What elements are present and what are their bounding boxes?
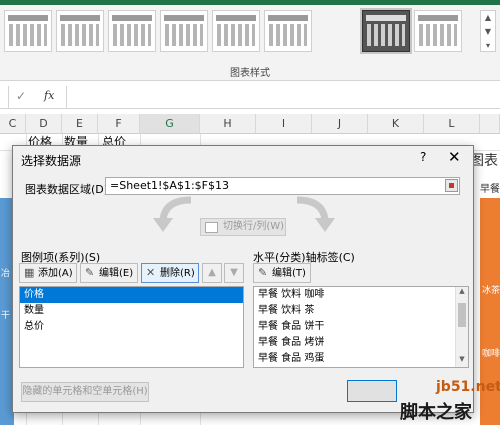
- watermark-domain: jb51.net: [436, 379, 500, 395]
- switch-row-column-label: 切换行/列(W): [223, 221, 285, 232]
- switch-icon: [205, 222, 218, 233]
- fx-icon[interactable]: fx: [44, 89, 54, 102]
- add-icon: ▦: [24, 266, 35, 279]
- chart-legend[interactable]: 早餐: [480, 180, 500, 195]
- column-header-h[interactable]: H: [200, 114, 256, 134]
- edit-icon: ✎: [258, 266, 268, 279]
- series-item[interactable]: 价格: [20, 287, 243, 303]
- bar-label: 干: [1, 311, 11, 321]
- bar-label: 冶: [1, 269, 11, 279]
- column-header-j[interactable]: J: [312, 114, 368, 134]
- formula-bar: ✓ fx: [0, 86, 500, 109]
- left-curve-arrow-icon: [153, 196, 192, 232]
- ribbon-section-label: 图表样式: [230, 68, 270, 79]
- watermark-brand: 脚本之家: [400, 402, 472, 423]
- bar-label: 咖啡: [482, 349, 500, 359]
- ok-button[interactable]: [347, 380, 397, 402]
- column-header-g[interactable]: G: [140, 114, 200, 134]
- chart-style-1[interactable]: [4, 10, 52, 52]
- chart-style-4[interactable]: [160, 10, 208, 52]
- axis-label-item[interactable]: 早餐 饮料 咖啡: [254, 287, 468, 303]
- column-header-l[interactable]: L: [424, 114, 480, 134]
- edit-series-button[interactable]: ✎ 编辑(E): [80, 263, 138, 283]
- name-box-edge[interactable]: [0, 86, 9, 108]
- switch-row-column-button[interactable]: 切换行/列(W): [200, 218, 286, 236]
- hidden-empty-cells-button[interactable]: 隐藏的单元格和空单元格(H): [21, 382, 149, 402]
- move-down-button[interactable]: ▼: [224, 263, 244, 283]
- right-curve-arrow-icon: [296, 196, 335, 232]
- dialog-title: 选择数据源: [21, 154, 82, 168]
- column-header-m[interactable]: [480, 114, 500, 134]
- column-header-c[interactable]: C: [0, 114, 26, 134]
- remove-series-button[interactable]: ✕ 删除(R): [141, 263, 199, 283]
- title-accent-bar: [0, 0, 500, 5]
- chevron-down-icon[interactable]: ▼: [481, 25, 495, 39]
- formula-input[interactable]: [66, 86, 500, 108]
- move-up-button[interactable]: ▲: [202, 263, 222, 283]
- select-data-source-dialog: 选择数据源 ? ✕ 图表数据区域(D): =Sheet1!$A$1:$F$13 …: [12, 145, 474, 413]
- expand-icon[interactable]: ▾: [481, 39, 495, 53]
- help-icon[interactable]: ?: [420, 150, 426, 164]
- series-item[interactable]: 数量: [20, 303, 243, 319]
- axis-list-scrollbar[interactable]: ▲ ▼: [455, 287, 468, 367]
- edit-icon: ✎: [85, 266, 95, 279]
- add-series-button[interactable]: ▦ 添加(A): [19, 263, 77, 283]
- chevron-up-icon[interactable]: ▲: [481, 11, 495, 25]
- edit-label: 编辑(E): [99, 268, 134, 279]
- column-header-f[interactable]: F: [98, 114, 140, 134]
- column-header-i[interactable]: I: [256, 114, 312, 134]
- column-header-d[interactable]: D: [26, 114, 62, 134]
- scroll-thumb[interactable]: [458, 303, 466, 327]
- chart-style-3[interactable]: [108, 10, 156, 52]
- series-item[interactable]: 总价: [20, 319, 243, 335]
- scroll-up-icon[interactable]: ▲: [456, 287, 468, 299]
- column-header-e[interactable]: E: [62, 114, 98, 134]
- close-icon[interactable]: ✕: [448, 148, 461, 166]
- axis-label-item[interactable]: 早餐 食品 烤饼: [254, 335, 468, 351]
- axis-labels-list[interactable]: 早餐 饮料 咖啡 早餐 饮料 茶 早餐 食品 饼干 早餐 食品 烤饼 早餐 食品…: [253, 286, 469, 368]
- chart-style-5[interactable]: [212, 10, 260, 52]
- check-icon[interactable]: ✓: [16, 89, 26, 103]
- axis-label-item[interactable]: 早餐 食品 饼干: [254, 319, 468, 335]
- remove-icon: ✕: [146, 266, 156, 279]
- chart-title[interactable]: 图表: [470, 150, 498, 170]
- chart-style-2[interactable]: [56, 10, 104, 52]
- column-header-k[interactable]: K: [368, 114, 424, 134]
- add-label: 添加(A): [38, 268, 73, 279]
- chart-style-7[interactable]: [360, 8, 412, 54]
- scroll-down-icon[interactable]: ▼: [456, 355, 468, 367]
- edit-axis-labels-button[interactable]: ✎ 编辑(T): [253, 263, 311, 283]
- series-list[interactable]: 价格 数量 总价: [19, 286, 244, 368]
- axis-label-item[interactable]: 早餐 饮料 茶: [254, 303, 468, 319]
- bar-label: 冰茶: [482, 286, 500, 296]
- data-range-label: 图表数据区域(D):: [25, 183, 112, 196]
- ribbon: ▲ ▼ ▾ 图表样式: [0, 0, 500, 81]
- range-picker-icon[interactable]: [445, 179, 458, 192]
- axis-edit-label: 编辑(T): [272, 268, 306, 279]
- chart-style-8[interactable]: [414, 10, 462, 52]
- chart-style-6[interactable]: [264, 10, 312, 52]
- remove-label: 删除(R): [160, 268, 195, 279]
- style-gallery-scroll[interactable]: ▲ ▼ ▾: [480, 10, 496, 52]
- axis-label-item[interactable]: 早餐 食品 鸡蛋: [254, 351, 468, 367]
